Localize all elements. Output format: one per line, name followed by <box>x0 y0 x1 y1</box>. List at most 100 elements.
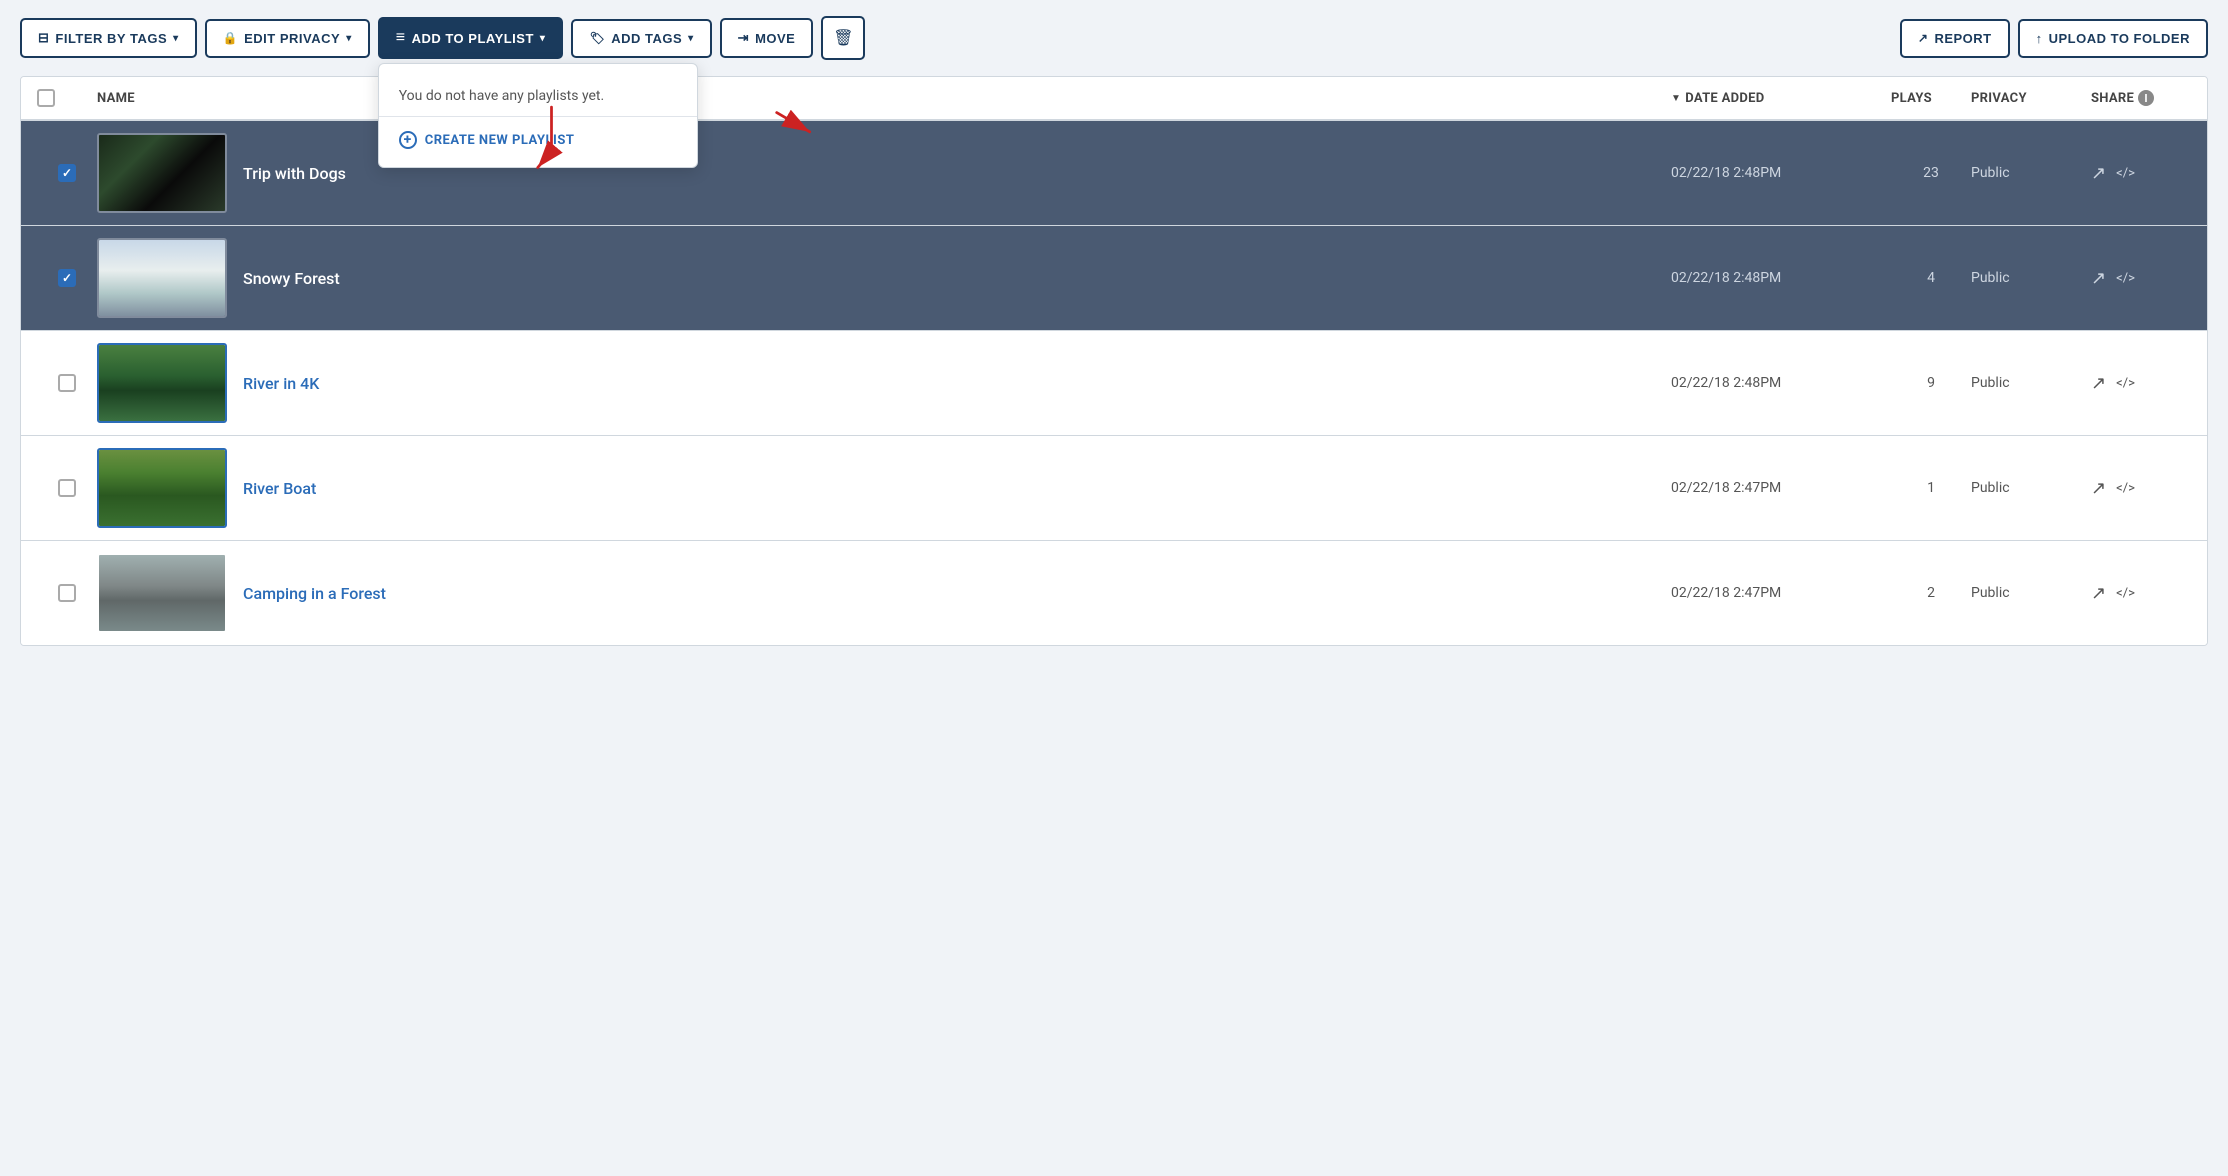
chevron-down-icon: ▾ <box>346 33 352 44</box>
plays-count: 9 <box>1891 375 1971 391</box>
row-name-col: Trip with Dogs <box>97 133 1671 213</box>
privacy-status: Public <box>1971 480 2091 496</box>
share-icon[interactable]: ↗ <box>2091 478 2106 499</box>
row-2-checkbox[interactable] <box>58 269 76 287</box>
page-wrapper: ⊟ FILTER BY TAGS ▾ 🔒 EDIT PRIVACY ▾ ≡ AD… <box>0 0 2228 646</box>
date-added: 02/22/18 2:48PM <box>1671 270 1891 286</box>
sort-down-icon: ▼ <box>1671 93 1681 104</box>
share-col: ↗ </> <box>2091 163 2191 184</box>
share-icon[interactable]: ↗ <box>2091 163 2106 184</box>
embed-icon[interactable]: </> <box>2116 166 2135 181</box>
privacy-status: Public <box>1971 270 2091 286</box>
share-col: ↗ </> <box>2091 373 2191 394</box>
video-table: NAME ▼ DATE ADDED PLAYS PRIVACY SHARE i … <box>20 76 2208 646</box>
create-new-playlist-item[interactable]: + CREATE NEW PLAYLIST <box>379 121 697 159</box>
plays-count: 1 <box>1891 480 1971 496</box>
row-checkbox-col <box>37 479 97 497</box>
share-info-icon[interactable]: i <box>2138 90 2154 106</box>
embed-icon[interactable]: </> <box>2116 586 2135 601</box>
toolbar: ⊟ FILTER BY TAGS ▾ 🔒 EDIT PRIVACY ▾ ≡ AD… <box>0 0 2228 76</box>
thumbnail-image <box>99 450 225 526</box>
row-name-col: River in 4K <box>97 343 1671 423</box>
header-date-col[interactable]: ▼ DATE ADDED <box>1671 91 1891 106</box>
list-icon: ≡ <box>396 29 406 47</box>
report-icon: ↗ <box>1918 31 1929 45</box>
row-4-checkbox[interactable] <box>58 479 76 497</box>
upload-icon: ↑ <box>2036 31 2043 46</box>
add-tags-button[interactable]: 🏷 ADD TAGS ▾ <box>571 19 711 58</box>
edit-privacy-button[interactable]: 🔒 EDIT PRIVACY ▾ <box>205 19 370 58</box>
plays-count: 4 <box>1891 270 1971 286</box>
share-col: ↗ </> <box>2091 583 2191 604</box>
row-5-checkbox[interactable] <box>58 584 76 602</box>
delete-button[interactable]: 🗑 <box>821 16 865 60</box>
privacy-status: Public <box>1971 585 2091 601</box>
date-added: 02/22/18 2:47PM <box>1671 585 1891 601</box>
header-plays-col: PLAYS <box>1891 91 1971 106</box>
chevron-down-icon: ▾ <box>688 33 694 44</box>
row-checkbox-col <box>37 374 97 392</box>
share-col: ↗ </> <box>2091 268 2191 289</box>
move-button[interactable]: ⇥ MOVE <box>720 18 814 58</box>
video-title: Trip with Dogs <box>243 164 346 183</box>
tag-icon: 🏷 <box>589 31 605 45</box>
table-row: River Boat 02/22/18 2:47PM 1 Public ↗ </… <box>21 436 2207 541</box>
thumbnail-image <box>99 240 225 316</box>
video-title[interactable]: Camping in a Forest <box>243 584 386 603</box>
move-icon: ⇥ <box>738 30 749 46</box>
thumbnail-image <box>99 555 225 631</box>
report-button[interactable]: ↗ REPORT <box>1900 19 2010 58</box>
share-col: ↗ </> <box>2091 478 2191 499</box>
share-icon[interactable]: ↗ <box>2091 373 2106 394</box>
chevron-down-icon: ▾ <box>173 33 179 44</box>
row-name-col: Snowy Forest <box>97 238 1671 318</box>
thumbnail-image <box>99 345 225 421</box>
lock-icon: 🔒 <box>223 31 238 45</box>
row-1-checkbox[interactable] <box>58 164 76 182</box>
toolbar-right-group: ↗ REPORT ↑ UPLOAD TO FOLDER <box>1900 19 2208 58</box>
row-3-checkbox[interactable] <box>58 374 76 392</box>
table-header: NAME ▼ DATE ADDED PLAYS PRIVACY SHARE i <box>21 77 2207 121</box>
share-icon[interactable]: ↗ <box>2091 268 2106 289</box>
plus-circle-icon: + <box>399 131 417 149</box>
thumbnail-image <box>99 135 225 211</box>
share-icon[interactable]: ↗ <box>2091 583 2106 604</box>
row-checkbox-col <box>37 164 97 182</box>
header-name-col: NAME <box>97 91 1671 106</box>
playlist-dropdown-menu: You do not have any playlists yet. + CRE… <box>378 63 698 168</box>
video-thumbnail <box>97 448 227 528</box>
embed-icon[interactable]: </> <box>2116 481 2135 496</box>
add-to-playlist-dropdown: ≡ ADD TO PLAYLIST ▾ You do not have any … <box>378 17 564 59</box>
trash-icon: 🗑 <box>833 28 853 48</box>
filter-icon: ⊟ <box>38 30 49 46</box>
date-added: 02/22/18 2:48PM <box>1671 165 1891 181</box>
upload-to-folder-button[interactable]: ↑ UPLOAD TO FOLDER <box>2018 19 2208 58</box>
chevron-down-icon: ▾ <box>540 33 546 44</box>
video-thumbnail <box>97 133 227 213</box>
video-thumbnail <box>97 553 227 633</box>
row-name-col: River Boat <box>97 448 1671 528</box>
table-row: Trip with Dogs 02/22/18 2:48PM 23 Public… <box>21 121 2207 226</box>
date-added: 02/22/18 2:47PM <box>1671 480 1891 496</box>
video-thumbnail <box>97 343 227 423</box>
video-title[interactable]: River in 4K <box>243 374 319 393</box>
header-checkbox-col <box>37 89 97 107</box>
table-row: Snowy Forest 02/22/18 2:48PM 4 Public ↗ … <box>21 226 2207 331</box>
add-to-playlist-button[interactable]: ≡ ADD TO PLAYLIST ▾ <box>378 17 564 59</box>
video-title[interactable]: River Boat <box>243 479 316 498</box>
header-share-col: SHARE i <box>2091 90 2191 106</box>
row-checkbox-col <box>37 269 97 287</box>
table-row: River in 4K 02/22/18 2:48PM 9 Public ↗ <… <box>21 331 2207 436</box>
row-name-col: Camping in a Forest <box>97 553 1671 633</box>
video-thumbnail <box>97 238 227 318</box>
header-privacy-col: PRIVACY <box>1971 91 2091 106</box>
embed-icon[interactable]: </> <box>2116 271 2135 286</box>
dropdown-divider <box>379 116 697 117</box>
select-all-checkbox[interactable] <box>37 89 55 107</box>
plays-count: 2 <box>1891 585 1971 601</box>
filter-by-tags-button[interactable]: ⊟ FILTER BY TAGS ▾ <box>20 18 197 58</box>
table-row: Camping in a Forest 02/22/18 2:47PM 2 Pu… <box>21 541 2207 645</box>
embed-icon[interactable]: </> <box>2116 376 2135 391</box>
privacy-status: Public <box>1971 375 2091 391</box>
plays-count: 23 <box>1891 165 1971 181</box>
